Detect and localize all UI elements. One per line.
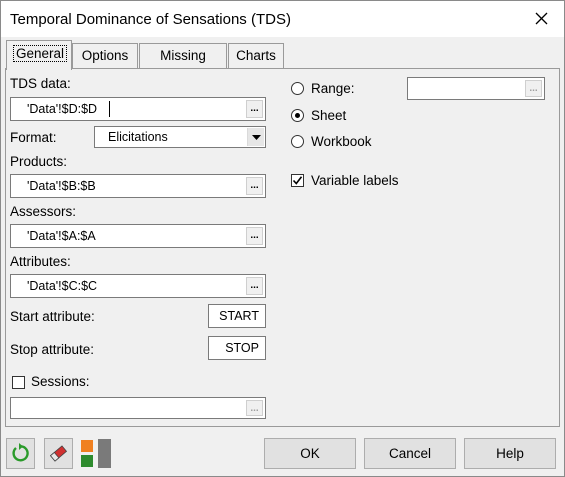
radio-selected-dot: [295, 113, 300, 118]
help-button-label: Help: [496, 446, 524, 461]
tds-data-field[interactable]: 'Data'!$D:$D ...: [10, 97, 266, 121]
format-select[interactable]: Elicitations: [94, 126, 266, 148]
range-browse-button[interactable]: ...: [525, 80, 542, 97]
stop-attribute-label: Stop attribute:: [10, 342, 95, 357]
assessors-label: Assessors:: [10, 204, 77, 219]
sessions-checkbox[interactable]: [12, 376, 25, 389]
eraser-icon: [49, 445, 68, 462]
tds-data-browse-button[interactable]: ...: [246, 100, 263, 118]
sessions-field[interactable]: ...: [10, 397, 266, 419]
range-radio[interactable]: [291, 82, 304, 95]
products-browse-button[interactable]: ...: [246, 177, 263, 195]
sessions-browse-button[interactable]: ...: [246, 400, 263, 416]
format-label: Format:: [10, 130, 57, 145]
checkmark-icon: [292, 176, 303, 185]
stop-attribute-value: STOP: [225, 341, 259, 355]
window-title: Temporal Dominance of Sensations (TDS): [10, 11, 291, 28]
text-cursor: [109, 101, 110, 117]
workbook-label: Workbook: [311, 134, 372, 149]
close-icon: [535, 12, 548, 25]
sheet-label: Sheet: [311, 108, 347, 123]
stop-attribute-field[interactable]: STOP: [208, 336, 266, 360]
range-label: Range:: [311, 81, 355, 96]
tab-options[interactable]: Options: [72, 43, 138, 69]
products-label: Products:: [10, 154, 68, 169]
sessions-label: Sessions:: [31, 374, 90, 389]
reset-button[interactable]: [6, 438, 35, 469]
variable-labels-label: Variable labels: [311, 173, 399, 188]
ok-button-label: OK: [300, 446, 320, 461]
tab-missing-data[interactable]: Missing data: [139, 43, 227, 87]
ok-button[interactable]: OK: [264, 438, 356, 469]
tab-options-label: Options: [81, 48, 129, 63]
assessors-field[interactable]: 'Data'!$A:$A ...: [10, 224, 266, 248]
attributes-label: Attributes:: [10, 254, 71, 269]
assessors-browse-button[interactable]: ...: [246, 227, 263, 245]
start-attribute-label: Start attribute:: [10, 309, 95, 324]
start-attribute-field[interactable]: START: [208, 304, 266, 328]
sheet-radio[interactable]: [291, 109, 304, 122]
attributes-field[interactable]: 'Data'!$C:$C ...: [10, 274, 266, 298]
tds-data-value: 'Data'!$D:$D: [27, 102, 98, 116]
close-button[interactable]: [520, 1, 564, 37]
tab-general-label: General: [13, 45, 68, 62]
tab-charts-label: Charts: [236, 48, 276, 63]
cancel-button[interactable]: Cancel: [364, 438, 456, 469]
variable-labels-checkbox[interactable]: [291, 174, 304, 187]
clear-button[interactable]: [44, 438, 73, 469]
tab-general[interactable]: General: [6, 40, 72, 70]
workbook-radio[interactable]: [291, 135, 304, 148]
tab-charts[interactable]: Charts: [228, 43, 284, 69]
tds-data-label: TDS data:: [10, 76, 71, 91]
chevron-down-icon[interactable]: [247, 128, 264, 146]
assessors-value: 'Data'!$A:$A: [27, 229, 96, 243]
format-selected-value: Elicitations: [108, 130, 168, 144]
reset-icon: [12, 443, 29, 462]
title-bar: Temporal Dominance of Sensations (TDS): [1, 1, 564, 37]
products-value: 'Data'!$B:$B: [27, 179, 96, 193]
range-field[interactable]: ...: [407, 77, 545, 100]
dialog-window: Temporal Dominance of Sensations (TDS) G…: [0, 0, 565, 477]
layout-toggle-icon: [81, 439, 111, 468]
cancel-button-label: Cancel: [388, 446, 432, 461]
layout-toggle-button[interactable]: [79, 438, 113, 469]
help-button[interactable]: Help: [464, 438, 556, 469]
attributes-value: 'Data'!$C:$C: [27, 279, 98, 293]
products-field[interactable]: 'Data'!$B:$B ...: [10, 174, 266, 198]
start-attribute-value: START: [219, 309, 259, 323]
attributes-browse-button[interactable]: ...: [246, 277, 263, 295]
